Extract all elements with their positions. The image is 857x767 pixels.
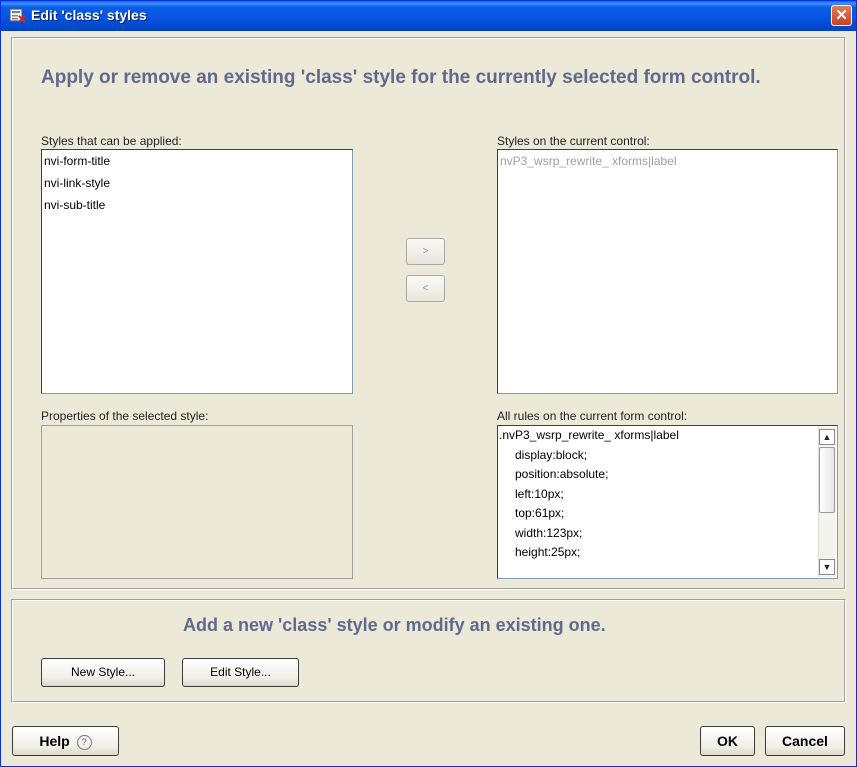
close-button[interactable]: ✕ (831, 5, 852, 26)
rule-line: width:123px; (515, 525, 583, 540)
available-styles-list[interactable]: nvi-form-title nvi-link-style nvi-sub-ti… (41, 149, 353, 394)
window-title: Edit 'class' styles (31, 7, 147, 23)
current-styles-list[interactable]: nvP3_wsrp_rewrite_ xforms|label (497, 149, 838, 394)
rule-line: display:block; (515, 447, 588, 462)
properties-list (41, 425, 353, 579)
rule-line: left:10px; (515, 486, 564, 501)
edit-style-button[interactable]: Edit Style... (182, 658, 299, 687)
rules-list[interactable]: .nvP3_wsrp_rewrite_ xforms|label display… (497, 425, 838, 579)
rules-scrollbar[interactable]: ▲ ▼ (818, 427, 836, 577)
rule-line: .nvP3_wsrp_rewrite_ xforms|label (499, 428, 679, 442)
help-icon-glyph: ? (81, 736, 87, 747)
list-item[interactable]: nvP3_wsrp_rewrite_ xforms|label (498, 150, 837, 172)
rule-line: position:absolute; (515, 467, 609, 481)
chevron-down-icon: ▼ (822, 562, 832, 572)
properties-label: Properties of the selected style: (41, 409, 209, 423)
close-icon: ✕ (835, 7, 848, 24)
app-icon (9, 8, 26, 23)
remove-style-button[interactable]: < (406, 275, 445, 302)
scroll-thumb[interactable] (819, 447, 835, 513)
rule-line: top:61px; (515, 506, 565, 520)
new-style-button[interactable]: New Style... (41, 658, 165, 687)
arrow-left-icon: < (422, 283, 429, 294)
available-styles-label: Styles that can be applied: (41, 134, 182, 148)
rule-line: height:25px; (515, 545, 581, 559)
title-bar[interactable]: Edit 'class' styles ✕ (1, 1, 856, 31)
cancel-button[interactable]: Cancel (765, 726, 845, 756)
help-button-label: Help (39, 733, 70, 749)
list-item[interactable]: nvi-link-style (42, 172, 352, 194)
add-modify-heading: Add a new 'class' style or modify an exi… (183, 615, 606, 635)
help-icon: ? (76, 734, 92, 750)
scroll-up-button[interactable]: ▲ (819, 429, 835, 445)
scroll-down-button[interactable]: ▼ (819, 559, 835, 575)
current-styles-label: Styles on the current control: (497, 134, 650, 148)
rules-label: All rules on the current form control: (497, 409, 688, 423)
list-item[interactable]: nvi-sub-title (42, 194, 352, 216)
help-button[interactable]: Help ? (12, 726, 119, 756)
add-style-button[interactable]: > (406, 238, 445, 265)
ok-button[interactable]: OK (700, 726, 755, 756)
list-item[interactable]: nvi-form-title (42, 150, 352, 172)
edit-class-styles-dialog: Edit 'class' styles ✕ Apply or remove an… (0, 0, 857, 767)
arrow-right-icon: > (422, 246, 429, 257)
apply-styles-heading: Apply or remove an existing 'class' styl… (41, 67, 761, 88)
chevron-up-icon: ▲ (822, 432, 832, 442)
